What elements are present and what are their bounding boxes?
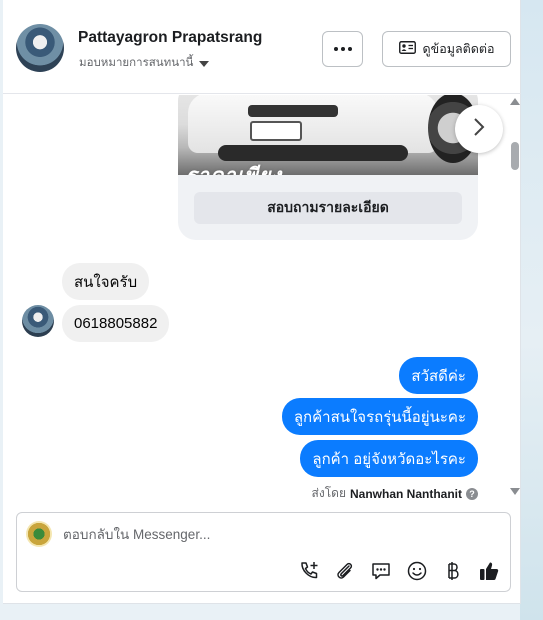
- product-card: ราคาเพียง สอบถามรายละเอียด: [178, 95, 478, 240]
- call-plus-icon[interactable]: [297, 559, 321, 583]
- ask-details-button[interactable]: สอบถามรายละเอียด: [194, 192, 462, 224]
- scrollbar-thumb[interactable]: [511, 142, 519, 170]
- saved-reply-icon[interactable]: [369, 559, 393, 583]
- conversation-panel: Pattayagron Prapatsrang มอบหมายการสนทนาน…: [3, 0, 521, 604]
- image-caption: ราคาเพียง: [186, 159, 282, 175]
- assign-conversation-dropdown[interactable]: มอบหมายการสนทนานี้: [79, 54, 210, 72]
- scroll-down-arrow[interactable]: [510, 488, 520, 495]
- contact-card-icon: [398, 41, 416, 57]
- car-body-shape: [188, 95, 438, 161]
- contact-info-label: ดูข้อมูลติดต่อ: [422, 42, 495, 56]
- sent-by-label: ส่งโดย Nanwhan Nanthanit ?: [312, 484, 478, 503]
- outgoing-message[interactable]: ลูกค้าสนใจรถรุ่นนี้อยู่นะคะ: [281, 398, 478, 435]
- sender-name: Nanwhan Nanthanit: [349, 486, 462, 501]
- car-product-image[interactable]: ราคาเพียง: [178, 95, 478, 175]
- view-contact-info-button[interactable]: ดูข้อมูลติดต่อ: [382, 31, 511, 67]
- incoming-message[interactable]: 0618805882: [62, 305, 170, 342]
- message-composer: [16, 512, 511, 592]
- more-options-button[interactable]: [322, 31, 363, 67]
- outgoing-message[interactable]: ลูกค้า อยู่จังหวัดอะไรคะ: [300, 440, 478, 477]
- conversation-header: Pattayagron Prapatsrang มอบหมายการสนทนาน…: [3, 0, 521, 94]
- scroll-up-arrow[interactable]: [510, 98, 520, 105]
- assign-label: มอบหมายการสนทนานี้: [79, 57, 194, 69]
- background-edge: [520, 0, 543, 620]
- contact-avatar[interactable]: [16, 24, 64, 72]
- thumbs-up-icon[interactable]: [477, 559, 501, 583]
- sender-avatar[interactable]: [22, 305, 54, 337]
- incoming-message[interactable]: สนใจครับ: [62, 263, 150, 300]
- contact-name[interactable]: Pattayagron Prapatsrang: [78, 29, 262, 47]
- sent-by-prefix: ส่งโดย: [311, 486, 346, 500]
- emoji-icon[interactable]: [405, 559, 429, 583]
- page-avatar: [26, 521, 52, 547]
- paperclip-icon[interactable]: [333, 559, 357, 583]
- chevron-down-icon: [199, 60, 210, 67]
- outgoing-message[interactable]: สวัสดีค่ะ: [399, 357, 478, 394]
- more-options-icon: [333, 47, 352, 51]
- chevron-right-icon: [472, 117, 486, 142]
- reply-input[interactable]: [63, 523, 483, 545]
- message-thread: ราคาเพียง สอบถามรายละเอียด สนใจครับ 0618…: [3, 95, 521, 505]
- baht-payment-icon[interactable]: [441, 559, 465, 583]
- carousel-next-button[interactable]: [455, 105, 503, 153]
- help-icon[interactable]: ?: [466, 487, 478, 500]
